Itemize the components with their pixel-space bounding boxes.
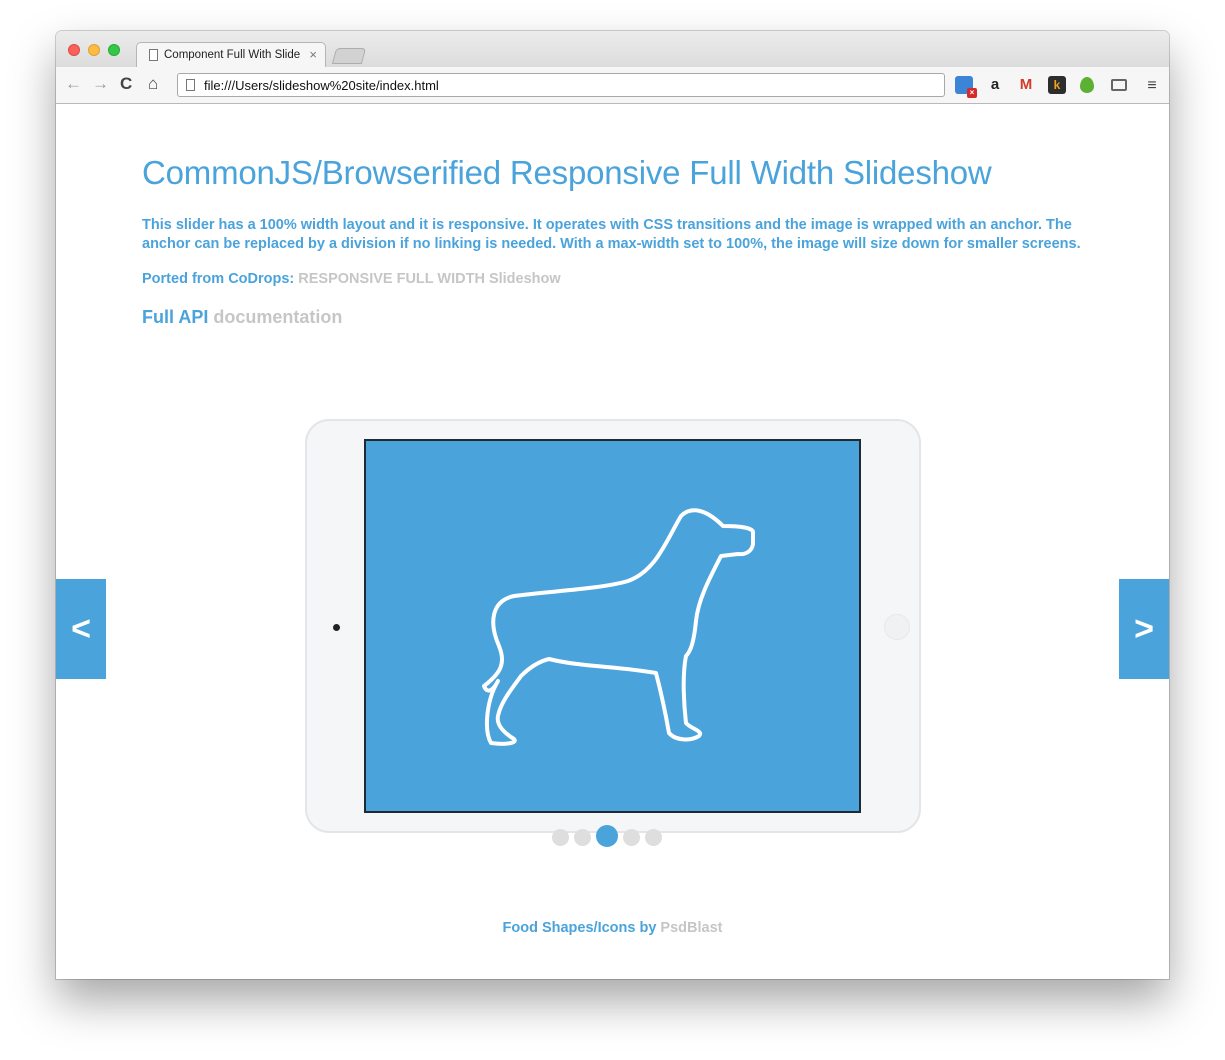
close-window-button[interactable] — [68, 44, 80, 56]
browser-tab[interactable]: Component Full With Slideshow × — [136, 42, 326, 68]
home-icon[interactable]: ⌂ — [148, 75, 158, 93]
page-description: This slider has a 100% width layout and … — [142, 217, 1081, 252]
minimize-window-button[interactable] — [88, 44, 100, 56]
psdblast-link[interactable]: PsdBlast — [660, 920, 722, 936]
page-icon — [186, 79, 195, 91]
footer-credit: Food Shapes/Icons by PsdBlast — [56, 920, 1169, 936]
cast-icon[interactable] — [1111, 79, 1127, 91]
menu-icon[interactable]: ≡ — [1143, 77, 1161, 95]
dog-icon — [482, 508, 755, 746]
back-arrow-icon[interactable]: ← — [65, 75, 82, 93]
ported-from-line: Ported from CoDrops: RESPONSIVE FULL WID… — [142, 271, 561, 287]
codrops-link[interactable]: RESPONSIVE FULL WIDTH Slideshow — [298, 271, 560, 287]
k-extension-icon[interactable]: k — [1048, 76, 1066, 94]
tab-title: Component Full With Slideshow — [164, 49, 300, 61]
previous-slide-button[interactable]: < — [56, 579, 106, 679]
footer-label: Food Shapes/Icons by — [502, 920, 657, 936]
tab-close-icon[interactable]: × — [309, 47, 317, 62]
slide-dot-4[interactable] — [623, 829, 640, 846]
ported-label: Ported from CoDrops: — [142, 271, 295, 287]
forward-arrow-icon[interactable]: → — [92, 75, 109, 93]
calendar-extension-icon[interactable]: × — [955, 76, 977, 98]
slide-dot-2[interactable] — [574, 829, 591, 846]
documentation-link[interactable]: documentation — [213, 307, 342, 327]
amazon-extension-icon[interactable]: a — [986, 76, 1004, 94]
next-slide-button[interactable]: > — [1119, 579, 1169, 679]
tab-bar: Component Full With Slideshow × — [56, 31, 1169, 68]
new-tab-button[interactable] — [331, 48, 367, 64]
error-badge-icon: × — [967, 88, 977, 98]
leaf-extension-icon[interactable] — [1080, 77, 1094, 93]
reload-icon[interactable]: C — [120, 75, 132, 93]
api-line: Full API documentation — [142, 307, 342, 328]
gmail-extension-icon[interactable]: M — [1017, 76, 1035, 94]
page-title: CommonJS/Browserified Responsive Full Wi… — [142, 154, 992, 191]
slide-dot-1[interactable] — [552, 829, 569, 846]
browser-window: Component Full With Slideshow × ← → C ⌂ … — [56, 31, 1169, 979]
slide-image[interactable] — [364, 439, 861, 813]
camera-icon — [333, 624, 340, 631]
slide-dot-3[interactable] — [596, 825, 618, 847]
home-button-icon — [884, 614, 910, 640]
address-bar[interactable]: file:///Users/slideshow%20site/index.htm… — [177, 73, 945, 97]
slide-dot-5[interactable] — [645, 829, 662, 846]
page-content: CommonJS/Browserified Responsive Full Wi… — [56, 104, 1169, 979]
url-text[interactable]: file:///Users/slideshow%20site/index.htm… — [204, 78, 439, 93]
browser-toolbar: ← → C ⌂ file:///Users/slideshow%20site/i… — [56, 67, 1169, 104]
zoom-window-button[interactable] — [108, 44, 120, 56]
api-label: Full API — [142, 307, 209, 327]
document-icon — [149, 49, 158, 61]
